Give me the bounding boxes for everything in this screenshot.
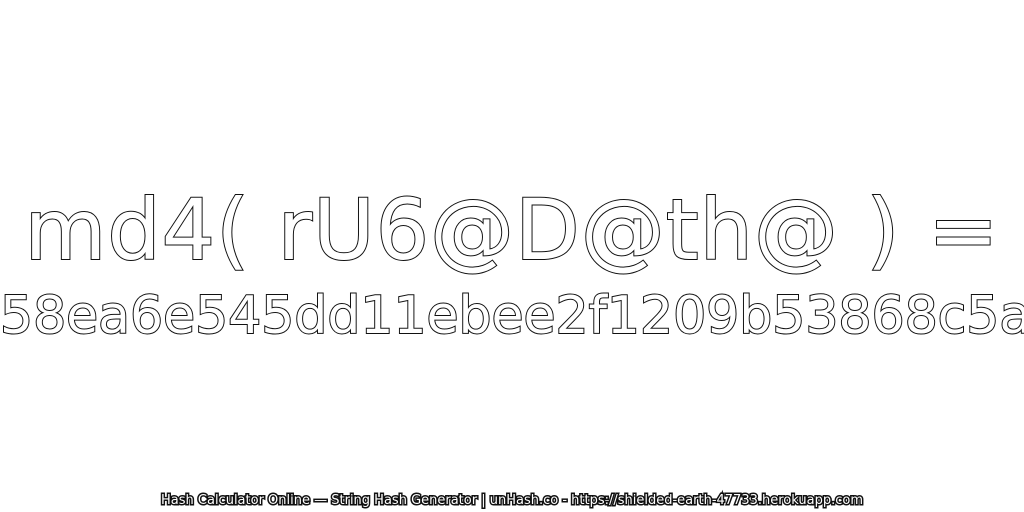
footer-credit: Hash Calculator Online — String Hash Gen… xyxy=(160,492,865,510)
hash-expression: md4( rU6@D@th@ ) = xyxy=(24,180,1000,280)
hash-image-canvas: md4( rU6@D@th@ ) = 58ea6e545dd11ebee2f12… xyxy=(0,0,1024,512)
hash-digest: 58ea6e545dd11ebee2f1209b53868c5a xyxy=(0,285,1024,347)
